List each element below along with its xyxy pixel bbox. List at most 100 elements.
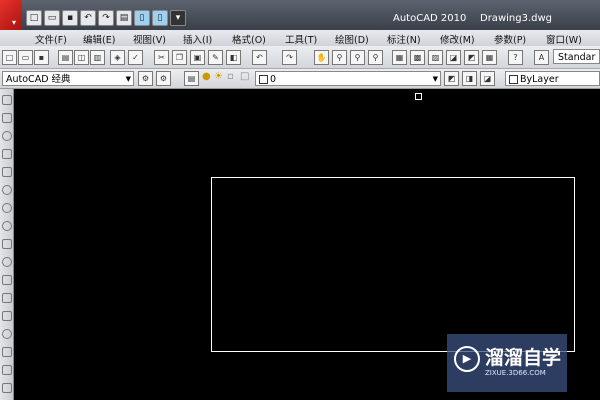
watermark: ▶ 溜溜自学 ZIXUE.3D66.COM xyxy=(447,334,567,392)
workspace-select[interactable]: AutoCAD 经典 ▼ xyxy=(2,71,134,86)
watermark-text: 溜溜自学 xyxy=(485,347,562,369)
menu-tools[interactable]: 工具(T) xyxy=(285,32,317,46)
menu-window[interactable]: 窗口(W) xyxy=(546,32,582,46)
polyline-icon[interactable] xyxy=(2,131,12,141)
new-icon[interactable]: □ xyxy=(2,50,17,65)
menu-edit[interactable]: 编辑(E) xyxy=(83,32,115,46)
circle-icon[interactable] xyxy=(2,203,12,213)
workspace-toolbar: AutoCAD 经典 ▼ ⚙ ⚙ ▤ ● ☀ ▫ □ 0 ▼ ◩ ◨ ◪ ByL… xyxy=(0,69,600,89)
markup-icon[interactable]: ◩ xyxy=(464,50,479,65)
layer-states-icon[interactable]: ◪ xyxy=(480,71,495,86)
drawn-rectangle[interactable] xyxy=(211,177,575,352)
match-properties-icon[interactable]: ✎ xyxy=(208,50,223,65)
cut-icon[interactable]: ✂ xyxy=(154,50,169,65)
arc-icon[interactable] xyxy=(2,185,12,195)
undo-icon[interactable]: ↶ xyxy=(252,50,267,65)
lock-icon[interactable]: ▫ xyxy=(227,71,234,82)
tool-palettes-icon[interactable]: ▨ xyxy=(428,50,443,65)
watermark-url: ZIXUE.3D66.COM xyxy=(485,369,546,377)
ellipse-icon[interactable] xyxy=(2,257,12,267)
hatch-icon[interactable] xyxy=(2,347,12,357)
point-icon[interactable] xyxy=(2,329,12,339)
layer-previous-icon[interactable]: ◨ xyxy=(462,71,477,86)
layer-color-swatch xyxy=(259,75,268,84)
workspace-value: AutoCAD 经典 xyxy=(6,74,71,85)
layer-select[interactable]: 0 ▼ xyxy=(255,71,441,86)
menu-view[interactable]: 视图(V) xyxy=(133,32,166,46)
plot-icon[interactable]: ▤ xyxy=(58,50,73,65)
play-icon: ▶ xyxy=(454,346,480,372)
layer-color-icon[interactable]: □ xyxy=(240,71,249,82)
paste-icon[interactable]: ▣ xyxy=(190,50,205,65)
plot-icon[interactable]: ▤ xyxy=(116,10,132,26)
undo-icon[interactable]: ↶ xyxy=(80,10,96,26)
draw-toolbar xyxy=(0,89,14,400)
save-icon[interactable]: ▪ xyxy=(34,50,49,65)
design-center-icon[interactable]: ▩ xyxy=(410,50,425,65)
ellipse-arc-icon[interactable] xyxy=(2,275,12,285)
make-current-layer-icon[interactable]: ◩ xyxy=(444,71,459,86)
layer-value: 0 xyxy=(270,74,277,85)
chevron-down-icon: ▼ xyxy=(432,75,438,83)
color-select[interactable]: ByLayer xyxy=(505,71,600,86)
file-title: Drawing3.dwg xyxy=(480,13,552,24)
zoom-previous-icon[interactable]: ⚲ xyxy=(368,50,383,65)
construction-line-icon[interactable] xyxy=(2,113,12,123)
open-icon[interactable]: ▭ xyxy=(44,10,60,26)
redo-icon[interactable]: ↷ xyxy=(282,50,297,65)
zoom-window-icon[interactable]: ⚲ xyxy=(350,50,365,65)
menu-file[interactable]: 文件(F) xyxy=(35,32,67,46)
menu-insert[interactable]: 插入(I) xyxy=(183,32,212,46)
gear-icon[interactable]: ⚙ xyxy=(156,71,171,86)
sun-icon[interactable]: ☀ xyxy=(214,71,223,82)
copy-icon[interactable]: ❐ xyxy=(172,50,187,65)
insert-block-icon[interactable] xyxy=(2,293,12,303)
quick-access-toolbar: □ ▭ ▪ ↶ ↷ ▤ ▯ ▯ ▾ xyxy=(26,10,186,26)
etransmit-icon[interactable]: ✓ xyxy=(128,50,143,65)
title-bar: ▾ □ ▭ ▪ ↶ ↷ ▤ ▯ ▯ ▾ AutoCAD 2010 Drawing… xyxy=(0,0,600,30)
redo-icon[interactable]: ↷ xyxy=(98,10,114,26)
pan-icon[interactable]: ✋ xyxy=(314,50,329,65)
block-editor-icon[interactable]: ◧ xyxy=(226,50,241,65)
standard-toolbar: □ ▭ ▪ ▤ ◫ ▥ ◈ ✓ ✂ ❐ ▣ ✎ ◧ ↶ ↷ ✋ ⚲ ⚲ ⚲ ▦ … xyxy=(0,46,600,69)
region-icon[interactable] xyxy=(2,383,12,393)
revcloud-icon[interactable] xyxy=(2,221,12,231)
menu-draw[interactable]: 绘图(D) xyxy=(335,32,369,46)
lightbulb-icon[interactable]: ● xyxy=(202,71,211,82)
menu-dimension[interactable]: 标注(N) xyxy=(387,32,421,46)
zoom-realtime-icon[interactable]: ⚲ xyxy=(332,50,347,65)
layer-manager-icon[interactable]: ▤ xyxy=(184,71,199,86)
menu-modify[interactable]: 修改(M) xyxy=(440,32,475,46)
help-icon[interactable]: ▯ xyxy=(152,10,168,26)
chevron-down-icon: ▾ xyxy=(12,18,17,27)
application-menu-button[interactable]: ▾ xyxy=(0,0,22,30)
plot-preview-icon[interactable]: ◫ xyxy=(74,50,89,65)
help-icon[interactable]: ? xyxy=(508,50,523,65)
make-block-icon[interactable] xyxy=(2,311,12,321)
3d-dwf-icon[interactable]: ◈ xyxy=(110,50,125,65)
line-icon[interactable] xyxy=(2,95,12,105)
menu-bar: 文件(F) 编辑(E) 视图(V) 插入(I) 格式(O) 工具(T) 绘图(D… xyxy=(0,30,600,46)
new-icon[interactable]: □ xyxy=(26,10,42,26)
text-style-icon[interactable]: A xyxy=(534,50,549,65)
properties-icon[interactable]: ▦ xyxy=(392,50,407,65)
save-icon[interactable]: ▪ xyxy=(62,10,78,26)
color-value: ByLayer xyxy=(520,74,559,85)
publish-icon[interactable]: ▥ xyxy=(90,50,105,65)
gradient-icon[interactable] xyxy=(2,365,12,375)
menu-parameter[interactable]: 参数(P) xyxy=(494,32,526,46)
sheet-set-icon[interactable]: ◪ xyxy=(446,50,461,65)
workspace-icon[interactable]: ▯ xyxy=(134,10,150,26)
workspace-settings-icon[interactable]: ⚙ xyxy=(138,71,153,86)
color-swatch xyxy=(509,75,518,84)
polygon-icon[interactable] xyxy=(2,149,12,159)
menu-format[interactable]: 格式(O) xyxy=(232,32,266,46)
app-title: AutoCAD 2010 xyxy=(393,13,467,24)
spline-icon[interactable] xyxy=(2,239,12,249)
calculator-icon[interactable]: ▦ xyxy=(482,50,497,65)
text-style-select[interactable]: Standar xyxy=(553,49,600,64)
rectangle-icon[interactable] xyxy=(2,167,12,177)
chevron-down-icon: ▼ xyxy=(125,75,131,83)
dropdown-icon[interactable]: ▾ xyxy=(170,10,186,26)
open-icon[interactable]: ▭ xyxy=(18,50,33,65)
